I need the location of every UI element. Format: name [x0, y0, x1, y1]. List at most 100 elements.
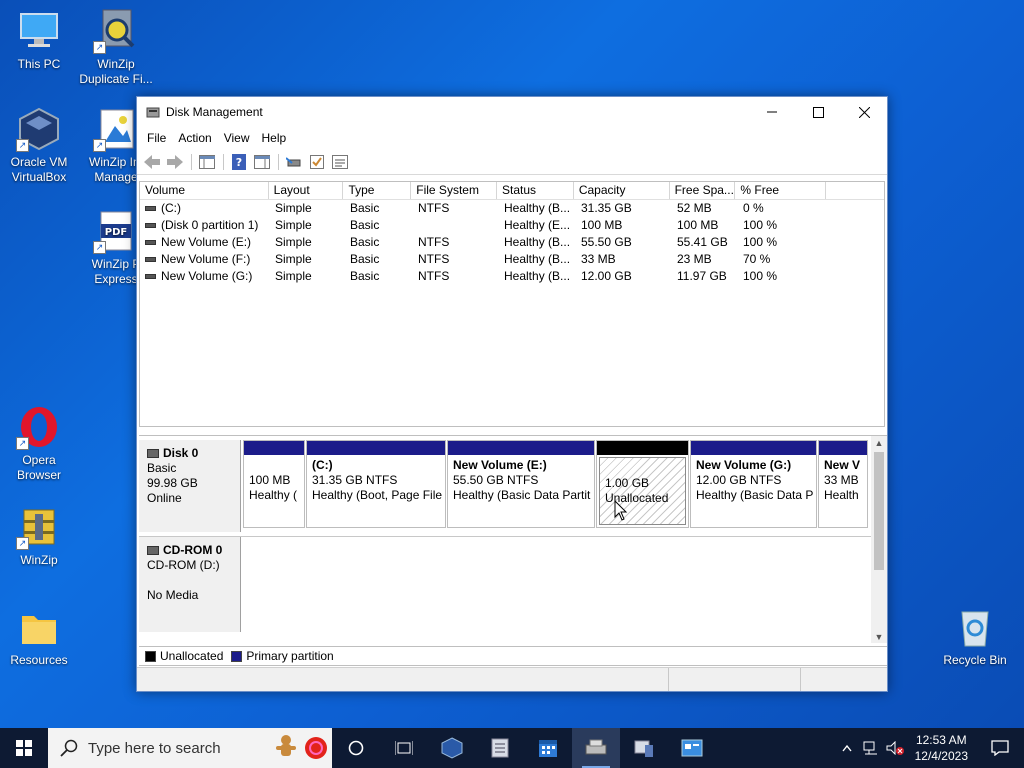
close-button[interactable] [841, 97, 887, 127]
shortcut-arrow-icon: ↗ [93, 41, 106, 54]
taskbar-clock[interactable]: 12:53 AM 12/4/2023 [907, 732, 976, 764]
partition-info: (C:) 31.35 GB NTFS Healthy (Boot, Page Fil… [307, 455, 445, 506]
title-bar[interactable]: Disk Management [137, 97, 887, 127]
column-header-layout[interactable]: Layout [269, 182, 344, 199]
volume-icon [145, 240, 156, 246]
help-button[interactable]: ? [228, 152, 250, 172]
column-header-free-space[interactable]: Free Spa... [670, 182, 736, 199]
taskbar-search-box[interactable]: Type here to search [48, 728, 332, 768]
graphical-view-scrollbar[interactable]: ▲ ▼ [871, 436, 887, 643]
menu-action[interactable]: Action [172, 127, 217, 149]
partition-unallocated[interactable]: 1.00 GB Unallocated [596, 440, 689, 528]
partition-info: New Volume (E:) 55.50 GB NTFS Healthy (Bas… [448, 455, 594, 506]
column-header-type[interactable]: Type [343, 182, 412, 199]
table-cell-text: New Volume (G:) [161, 269, 253, 283]
taskbar-app-disk-management[interactable] [572, 728, 620, 768]
svg-text:?: ? [236, 156, 242, 169]
properties-button[interactable] [329, 152, 351, 172]
network-icon[interactable] [859, 741, 883, 755]
action-pane-button[interactable] [251, 152, 273, 172]
cortana-button[interactable] [332, 728, 380, 768]
connect-disk-button[interactable] [283, 152, 305, 172]
show-hide-console-tree-button[interactable] [196, 152, 218, 172]
status-bar-segment [669, 668, 801, 691]
taskbar-app-server[interactable] [476, 728, 524, 768]
table-cell-text: Healthy (B... [504, 235, 571, 249]
action-center-button[interactable] [976, 740, 1024, 756]
partition-block[interactable]: New V 33 MB Health [818, 440, 868, 528]
scroll-up-icon[interactable]: ▲ [871, 436, 887, 450]
column-header-percent-free[interactable]: % Free [735, 182, 827, 199]
desktop-icon-this-pc[interactable]: This PC [2, 8, 76, 72]
table-cell: NTFS [412, 251, 498, 268]
legend-label-primary: Primary partition [246, 649, 334, 663]
cdrom-0-row: CD-ROM 0 CD-ROM (D:) No Media [139, 536, 871, 632]
table-cell: Healthy (B... [498, 234, 575, 251]
menu-help[interactable]: Help [256, 127, 293, 149]
maximize-button[interactable] [795, 97, 841, 127]
taskbar-app-calendar[interactable] [524, 728, 572, 768]
minimize-button[interactable] [749, 97, 795, 127]
table-row[interactable]: New Volume (F:) Simple Basic NTFS Healthy (B… [140, 251, 884, 268]
partition-status: Healthy (Boot, Page File [312, 488, 443, 502]
table-cell: Simple [269, 217, 344, 234]
desktop-icon-winzip-duplicate[interactable]: ↗ WinZip Duplicate Fi... [79, 8, 153, 87]
column-header-capacity[interactable]: Capacity [574, 182, 670, 199]
column-header-file-system[interactable]: File System [411, 182, 498, 199]
disk-graphical-view: Disk 0 Basic 99.98 GB Online 100 MB Healt… [139, 435, 887, 643]
table-cell-text: NTFS [418, 201, 450, 215]
menu-view[interactable]: View [218, 127, 256, 149]
table-cell: 52 MB [671, 200, 737, 217]
disk-0-label[interactable]: Disk 0 Basic 99.98 GB Online [139, 440, 241, 532]
menu-bar: File Action View Help [137, 127, 887, 149]
forward-button[interactable] [164, 152, 186, 172]
scrollbar-thumb[interactable] [874, 452, 884, 570]
winzip-duplicate-icon: ↗ [93, 8, 139, 54]
table-cell-text: 52 MB [677, 201, 712, 215]
partition-block[interactable]: New Volume (E:) 55.50 GB NTFS Healthy (Bas… [447, 440, 595, 528]
start-button[interactable] [0, 728, 48, 768]
desktop-icon-opera[interactable]: ↗ Opera Browser [2, 404, 76, 483]
partition-block[interactable]: 100 MB Healthy ( [243, 440, 305, 528]
table-cell-text: (C:) [161, 201, 181, 215]
table-cell: Healthy (E... [498, 217, 575, 234]
toolbar-separator [191, 153, 192, 170]
taskbar: Type here to search 12:53 AM 12/4/2023 [0, 728, 1024, 768]
cdrom-0-label[interactable]: CD-ROM 0 CD-ROM (D:) No Media [139, 537, 241, 632]
menu-file[interactable]: File [141, 127, 172, 149]
table-cell-text: NTFS [418, 269, 450, 283]
scroll-down-icon[interactable]: ▼ [871, 630, 887, 643]
column-header-status[interactable]: Status [497, 182, 574, 199]
clock-date: 12/4/2023 [914, 749, 968, 763]
taskbar-app-virtualbox[interactable] [428, 728, 476, 768]
column-header-volume[interactable]: Volume [140, 182, 269, 199]
table-row[interactable]: New Volume (G:) Simple Basic NTFS Healthy (B… [140, 268, 884, 285]
partition-block[interactable]: New Volume (G:) 12.00 GB NTFS Healthy (Bas… [690, 440, 817, 528]
taskbar-app-computer-management[interactable] [620, 728, 668, 768]
legend-swatch-unallocated [145, 650, 156, 662]
shortcut-arrow-icon: ↗ [16, 139, 29, 152]
back-button[interactable] [141, 152, 163, 172]
table-row[interactable]: New Volume (E:) Simple Basic NTFS Healthy (B… [140, 234, 884, 251]
desktop-icon-label: Oracle VM VirtualBox [10, 155, 68, 184]
volume-muted-icon[interactable] [883, 741, 907, 755]
desktop-icon-virtualbox[interactable]: ↗ Oracle VM VirtualBox [2, 106, 76, 185]
desktop-icon-resources[interactable]: Resources [2, 604, 76, 668]
table-cell: Basic [344, 234, 412, 251]
tray-overflow-chevron-icon[interactable] [835, 744, 859, 752]
check-button[interactable] [306, 152, 328, 172]
svg-text:PDF: PDF [105, 227, 127, 238]
table-cell-text: 31.35 GB [581, 201, 632, 215]
table-cell: 100 MB [671, 217, 737, 234]
table-cell: (Disk 0 partition 1) [140, 217, 269, 234]
table-row[interactable]: (C:) Simple Basic NTFS Healthy (B... 31.35 GB… [140, 200, 884, 217]
desktop-icon-recycle-bin[interactable]: Recycle Bin [938, 604, 1012, 668]
table-cell-text: Simple [275, 252, 312, 266]
partition-name: New Volume (E:) [453, 458, 547, 472]
table-row[interactable]: (Disk 0 partition 1) Simple Basic Healthy (… [140, 217, 884, 234]
task-view-button[interactable] [380, 728, 428, 768]
taskbar-app-control-panel[interactable] [668, 728, 716, 768]
table-cell: 100 % [737, 234, 828, 251]
partition-block[interactable]: (C:) 31.35 GB NTFS Healthy (Boot, Page Fil… [306, 440, 446, 528]
desktop-icon-winzip[interactable]: ↗ WinZip [2, 504, 76, 568]
